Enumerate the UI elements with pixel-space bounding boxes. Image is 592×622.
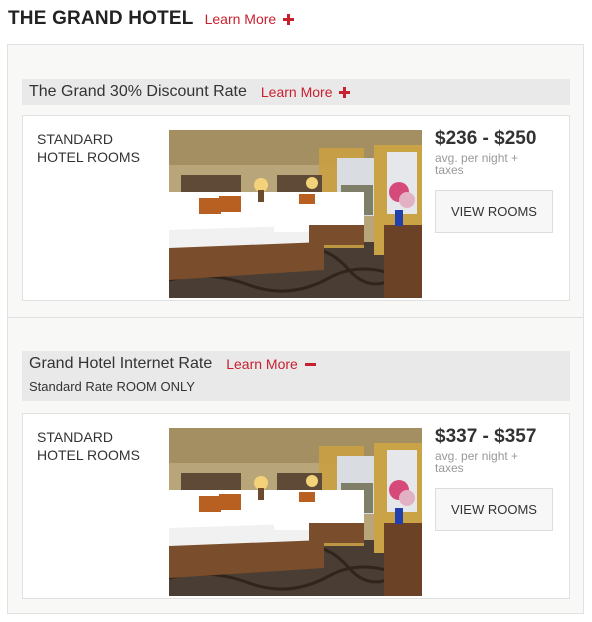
- rate-learn-more-link[interactable]: Learn More: [261, 84, 333, 100]
- hotel-learn-more-link[interactable]: Learn More: [205, 11, 277, 27]
- view-rooms-button[interactable]: VIEW ROOMS: [435, 488, 553, 531]
- price-note: avg. per night + taxes: [435, 449, 519, 475]
- plus-icon[interactable]: [339, 86, 351, 98]
- hotel-header: THE GRAND HOTEL Learn More: [8, 8, 295, 30]
- price-range: $337 - $357: [435, 426, 537, 447]
- rate-subtitle: Standard Rate ROOM ONLY: [29, 379, 195, 394]
- room-card: STANDARD HOTEL ROOMS: [22, 413, 570, 599]
- hotel-room-image: [169, 428, 422, 596]
- rate-header: The Grand 30% Discount Rate Learn More: [22, 79, 570, 105]
- view-rooms-button[interactable]: VIEW ROOMS: [435, 190, 553, 233]
- rates-panel: The Grand 30% Discount Rate Learn More S…: [7, 44, 584, 614]
- rate-name: Grand Hotel Internet Rate: [29, 355, 213, 372]
- room-photo: [169, 130, 422, 298]
- hotel-room-image: [169, 130, 422, 298]
- section-divider: [8, 317, 583, 318]
- rate-learn-more-link[interactable]: Learn More: [226, 356, 298, 372]
- plus-icon[interactable]: [283, 13, 295, 25]
- room-type: STANDARD HOTEL ROOMS: [37, 429, 140, 463]
- rate-name: The Grand 30% Discount Rate: [29, 83, 247, 100]
- price-note: avg. per night + taxes: [435, 151, 519, 177]
- price-range: $236 - $250: [435, 128, 537, 149]
- hotel-title: THE GRAND HOTEL: [8, 8, 194, 29]
- room-photo: [169, 428, 422, 596]
- room-card: STANDARD HOTEL ROOMS: [22, 115, 570, 301]
- minus-icon[interactable]: [304, 359, 316, 370]
- room-type: STANDARD HOTEL ROOMS: [37, 131, 140, 165]
- rate-header: Grand Hotel Internet Rate Learn More Sta…: [22, 351, 570, 401]
